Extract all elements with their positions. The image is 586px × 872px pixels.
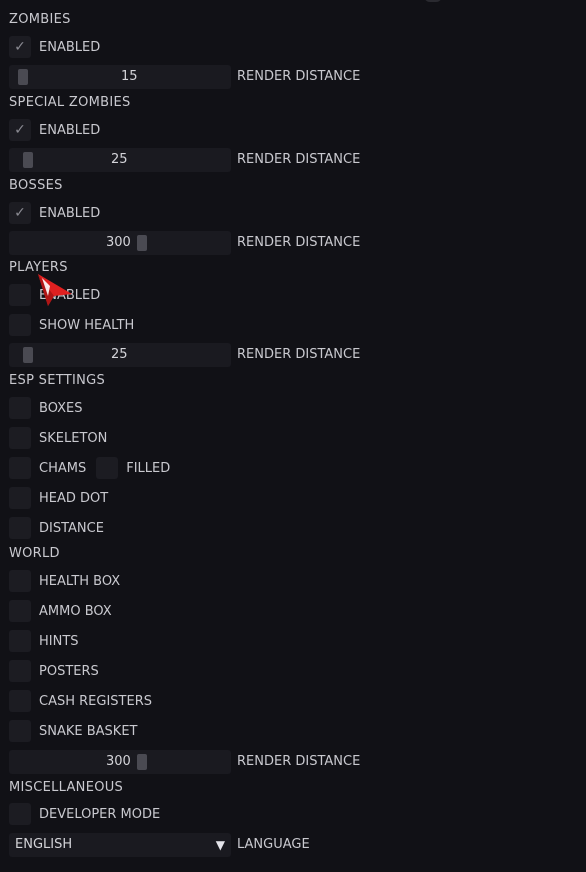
section-title-world: WORLD: [9, 546, 60, 561]
special-zombies-enabled-checkbox[interactable]: ✓: [9, 119, 31, 141]
world-health-box-row[interactable]: HEALTH BOX: [9, 570, 120, 592]
slider-value: 25: [111, 347, 128, 362]
zombies-render-distance-label: RENDER DISTANCE: [237, 69, 361, 84]
world-ammo-box-label: AMMO BOX: [39, 603, 112, 619]
players-enabled-checkbox[interactable]: [9, 284, 31, 306]
world-render-distance-label: RENDER DISTANCE: [237, 754, 361, 769]
section-title-bosses: BOSSES: [9, 178, 63, 193]
zombies-render-distance-slider[interactable]: 15: [9, 65, 231, 89]
esp-head-dot-label: HEAD DOT: [39, 490, 109, 506]
world-hints-label: HINTS: [39, 633, 79, 649]
world-posters-row[interactable]: POSTERS: [9, 660, 99, 682]
players-enabled-row[interactable]: ENABLED: [9, 284, 100, 306]
players-show-health-row[interactable]: SHOW HEALTH: [9, 314, 134, 336]
esp-chams-checkbox[interactable]: [9, 457, 31, 479]
check-icon: ✓: [14, 205, 26, 221]
special-zombies-enabled-row[interactable]: ✓ ENABLED: [9, 119, 100, 141]
developer-mode-row[interactable]: DEVELOPER MODE: [9, 803, 160, 825]
players-enabled-label: ENABLED: [39, 287, 101, 303]
world-hints-row[interactable]: HINTS: [9, 630, 79, 652]
special-zombies-render-distance-slider[interactable]: 25: [9, 148, 231, 172]
special-zombies-render-distance-label: RENDER DISTANCE: [237, 152, 361, 167]
esp-skeleton-checkbox[interactable]: [9, 427, 31, 449]
panel-grip[interactable]: [424, 0, 442, 2]
world-cash-registers-label: CASH REGISTERS: [39, 693, 152, 709]
slider-thumb[interactable]: [137, 235, 147, 251]
world-hints-checkbox[interactable]: [9, 630, 31, 652]
language-select[interactable]: ENGLISH ▼: [9, 833, 231, 857]
zombies-enabled-label: ENABLED: [39, 39, 101, 55]
triangle-down-icon: ▼: [215, 838, 225, 852]
slider-thumb[interactable]: [23, 152, 33, 168]
esp-filled-label: FILLED: [126, 460, 171, 476]
esp-head-dot-row[interactable]: HEAD DOT: [9, 487, 108, 509]
bosses-render-distance-label: RENDER DISTANCE: [237, 235, 361, 250]
zombies-enabled-row[interactable]: ✓ ENABLED: [9, 36, 100, 58]
slider-value: 300: [106, 235, 131, 250]
slider-value: 15: [121, 69, 138, 84]
language-select-value: ENGLISH: [15, 837, 73, 852]
esp-skeleton-label: SKELETON: [39, 430, 108, 446]
esp-chams-label: CHAMS: [39, 460, 87, 476]
bosses-enabled-row[interactable]: ✓ ENABLED: [9, 202, 100, 224]
slider-value: 25: [111, 152, 128, 167]
esp-chams-row[interactable]: CHAMS FILLED: [9, 457, 170, 479]
world-cash-registers-row[interactable]: CASH REGISTERS: [9, 690, 152, 712]
section-title-miscellaneous: MISCELLANEOUS: [9, 780, 124, 795]
language-label: LANGUAGE: [237, 837, 310, 852]
esp-skeleton-row[interactable]: SKELETON: [9, 427, 107, 449]
esp-distance-row[interactable]: DISTANCE: [9, 517, 104, 539]
esp-boxes-row[interactable]: BOXES: [9, 397, 82, 419]
slider-thumb[interactable]: [23, 347, 33, 363]
bosses-enabled-checkbox[interactable]: ✓: [9, 202, 31, 224]
settings-panel: ZOMBIES ✓ ENABLED 15 RENDER DISTANCE SPE…: [0, 0, 586, 872]
zombies-enabled-checkbox[interactable]: ✓: [9, 36, 31, 58]
slider-thumb[interactable]: [137, 754, 147, 770]
esp-boxes-checkbox[interactable]: [9, 397, 31, 419]
world-ammo-box-checkbox[interactable]: [9, 600, 31, 622]
bosses-enabled-label: ENABLED: [39, 205, 101, 221]
players-render-distance-label: RENDER DISTANCE: [237, 347, 361, 362]
world-snake-basket-row[interactable]: SNAKE BASKET: [9, 720, 137, 742]
esp-boxes-label: BOXES: [39, 400, 83, 416]
developer-mode-checkbox[interactable]: [9, 803, 31, 825]
esp-distance-checkbox[interactable]: [9, 517, 31, 539]
esp-distance-label: DISTANCE: [39, 520, 104, 536]
bosses-render-distance-slider[interactable]: 300: [9, 231, 231, 255]
special-zombies-enabled-label: ENABLED: [39, 122, 101, 138]
world-snake-basket-checkbox[interactable]: [9, 720, 31, 742]
world-health-box-label: HEALTH BOX: [39, 573, 121, 589]
world-snake-basket-label: SNAKE BASKET: [39, 723, 138, 739]
developer-mode-label: DEVELOPER MODE: [39, 806, 161, 822]
section-title-special-zombies: SPECIAL ZOMBIES: [9, 95, 131, 110]
world-posters-checkbox[interactable]: [9, 660, 31, 682]
section-title-esp-settings: ESP SETTINGS: [9, 373, 106, 388]
world-health-box-checkbox[interactable]: [9, 570, 31, 592]
world-cash-registers-checkbox[interactable]: [9, 690, 31, 712]
esp-head-dot-checkbox[interactable]: [9, 487, 31, 509]
slider-thumb[interactable]: [18, 69, 28, 85]
world-posters-label: POSTERS: [39, 663, 99, 679]
players-show-health-checkbox[interactable]: [9, 314, 31, 336]
world-ammo-box-row[interactable]: AMMO BOX: [9, 600, 112, 622]
section-title-zombies: ZOMBIES: [9, 12, 71, 27]
check-icon: ✓: [14, 39, 26, 55]
players-show-health-label: SHOW HEALTH: [39, 317, 135, 333]
check-icon: ✓: [14, 122, 26, 138]
world-render-distance-slider[interactable]: 300: [9, 750, 231, 774]
section-title-players: PLAYERS: [9, 260, 68, 275]
players-render-distance-slider[interactable]: 25: [9, 343, 231, 367]
esp-filled-checkbox[interactable]: [96, 457, 119, 479]
slider-value: 300: [106, 754, 131, 769]
